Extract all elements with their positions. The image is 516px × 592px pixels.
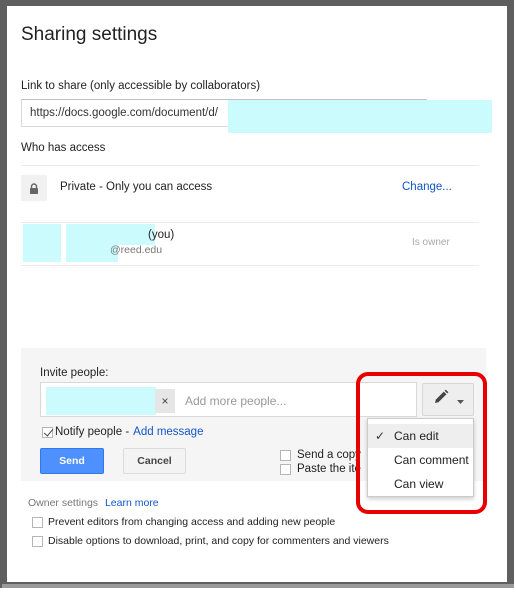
divider (21, 265, 479, 266)
owner-email-domain: @reed.edu (110, 244, 163, 256)
learn-more-link[interactable]: Learn more (105, 497, 159, 509)
disable-download-option: Disable options to download, print, and … (32, 535, 389, 547)
owner-settings-row: Owner settings Learn more (28, 497, 159, 509)
change-access-link[interactable]: Change... (402, 181, 452, 193)
owner-settings-label: Owner settings (28, 497, 99, 509)
redacted-owner-name (66, 224, 155, 245)
owner-you-label: (you) (148, 229, 175, 241)
dialog-title: Sharing settings (21, 24, 158, 45)
redacted-invitee-chip (46, 387, 156, 415)
remove-invitee-button[interactable]: × (155, 389, 175, 413)
share-link-value: https://docs.google.com/document/d/ (30, 107, 218, 119)
window-shadow (2, 584, 514, 588)
divider (21, 222, 479, 223)
owner-role-label: Is owner (412, 237, 450, 248)
disable-download-label: Disable options to download, print, and … (48, 535, 389, 547)
redacted-avatar (23, 224, 61, 262)
prevent-editors-label: Prevent editors from changing access and… (48, 516, 336, 528)
send-copy-option: Send a copy (280, 449, 361, 461)
notify-people-checkbox[interactable] (42, 426, 53, 438)
paste-item-label: Paste the ite (297, 463, 361, 475)
send-copy-label: Send a copy (297, 449, 361, 461)
access-visibility-text: Private - Only you can access (60, 181, 213, 193)
lock-icon (21, 175, 47, 201)
link-label: Link to share (only accessible by collab… (21, 80, 261, 92)
send-button[interactable]: Send (40, 448, 104, 474)
notify-people-row: Notify people - Add message (42, 426, 203, 438)
invite-people-label: Invite people: (40, 367, 109, 379)
divider (21, 165, 479, 166)
disable-download-checkbox[interactable] (32, 535, 43, 547)
send-copy-checkbox[interactable] (280, 449, 291, 461)
cancel-button[interactable]: Cancel (123, 448, 186, 474)
paste-item-checkbox[interactable] (280, 463, 291, 475)
redacted-link-region (228, 100, 492, 133)
prevent-editors-option: Prevent editors from changing access and… (32, 516, 335, 528)
add-message-link[interactable]: Add message (133, 426, 203, 438)
annotation-highlight-box (356, 372, 487, 514)
paste-item-option: Paste the ite (280, 463, 361, 475)
who-has-access-label: Who has access (21, 142, 106, 154)
add-more-people-placeholder[interactable]: Add more people... (185, 394, 286, 408)
notify-people-label: Notify people - (55, 426, 130, 438)
prevent-editors-checkbox[interactable] (32, 516, 43, 528)
